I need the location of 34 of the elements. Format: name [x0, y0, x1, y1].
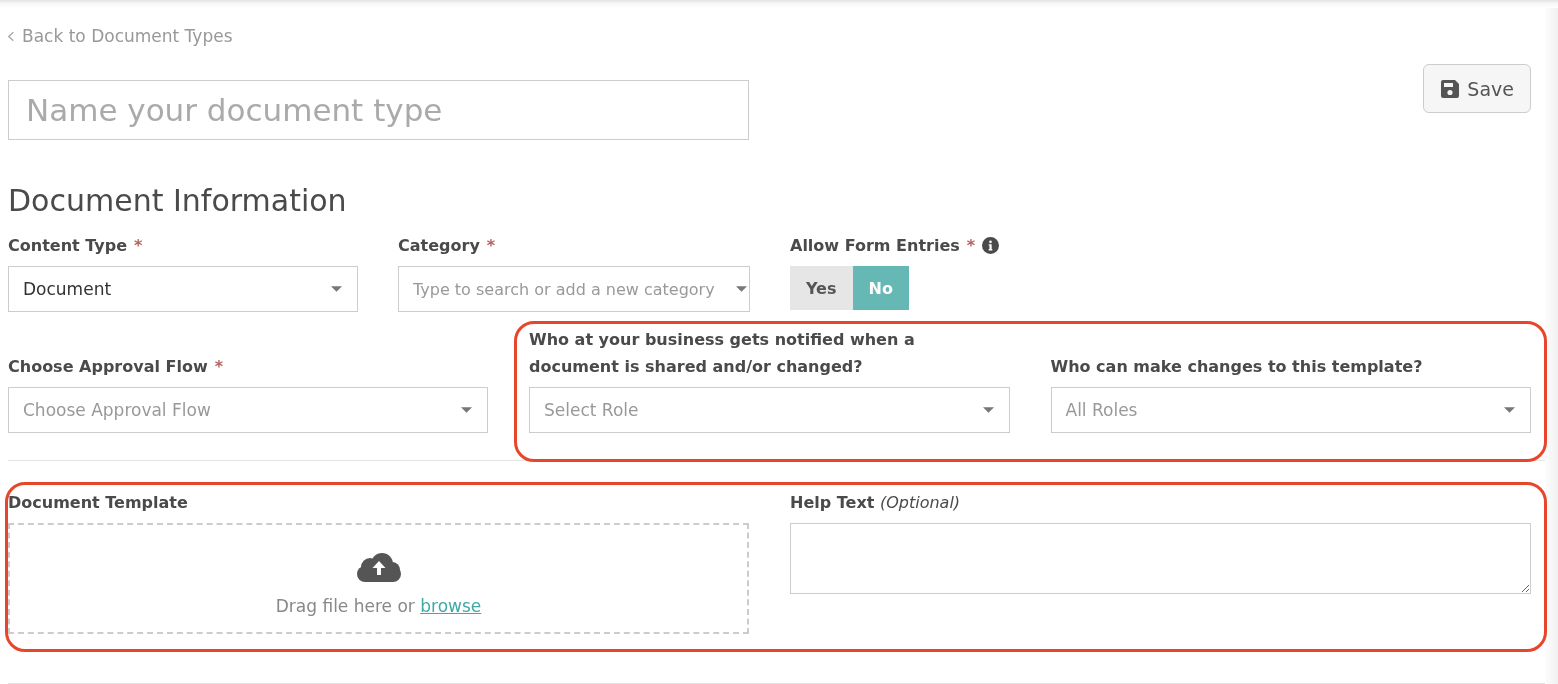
field-label: Category — [398, 235, 480, 257]
save-button[interactable]: Save — [1423, 64, 1531, 113]
chevron-left-icon — [8, 30, 14, 42]
required-asterisk: * — [134, 235, 143, 257]
field-label: Help Text (Optional) — [790, 492, 961, 514]
combobox-field[interactable]: Type to search or add a new category — [398, 266, 750, 312]
required-asterisk: * — [966, 235, 976, 257]
select-dropdown[interactable]: Choose Approval Flow — [8, 387, 488, 433]
field-label: Who can make changes to this template? — [1050, 356, 1423, 378]
section-title: Document Information — [8, 183, 347, 219]
caret-icon — [461, 407, 472, 413]
required-asterisk: * — [486, 235, 496, 257]
dropzone-prompt: Drag file here or browse — [275, 595, 482, 617]
document-name-field[interactable]: Name your document type — [8, 80, 749, 140]
toggle-option[interactable]: No — [852, 266, 909, 310]
select-dropdown[interactable]: All Roles — [1050, 387, 1531, 433]
file-dropzone[interactable]: Drag file here or browse — [8, 523, 749, 634]
toggle-option[interactable]: Yes — [790, 266, 853, 310]
field-label: Allow Form Entries — [790, 235, 960, 257]
cloud-upload-icon — [356, 553, 401, 582]
required-asterisk: * — [214, 356, 224, 378]
select-dropdown[interactable]: Select Role — [529, 387, 1010, 433]
field-label: Choose Approval Flow — [8, 356, 208, 378]
caret-icon — [1504, 407, 1515, 413]
field-label: Document Template — [8, 492, 188, 514]
caret-icon — [736, 286, 747, 292]
browse-link[interactable]: browse — [420, 596, 482, 616]
caret-icon — [982, 407, 994, 413]
back-link[interactable]: Back to Document Types — [8, 25, 233, 47]
select-dropdown[interactable]: Document — [8, 266, 358, 312]
text-area-field[interactable] — [790, 523, 1531, 594]
field-label: Who at your business gets notified when a document is shared and/or changed? — [529, 329, 916, 378]
field-label: Content Type — [8, 235, 127, 257]
caret-icon — [331, 286, 342, 292]
